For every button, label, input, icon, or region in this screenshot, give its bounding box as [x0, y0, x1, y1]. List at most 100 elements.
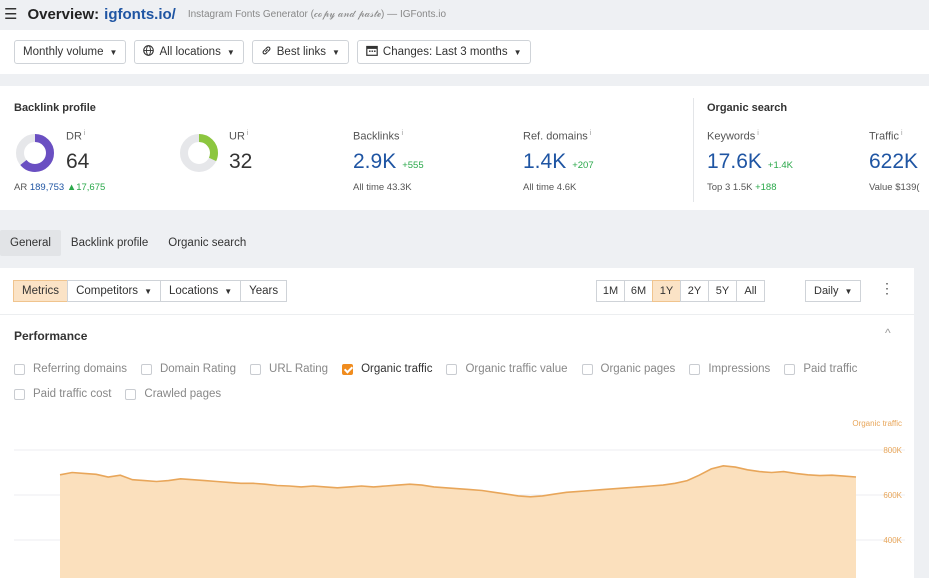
checkbox-box[interactable]: [581, 363, 593, 375]
checkbox-paid-traffic[interactable]: Paid traffic: [784, 363, 857, 375]
ar-row: AR 189,753 ▲17,675: [14, 182, 106, 193]
checkbox-label: Paid traffic cost: [33, 388, 112, 400]
hamburger-icon[interactable]: ☰: [4, 5, 17, 23]
traffic-value[interactable]: 622K: [869, 150, 918, 174]
top3-value: 1.5K: [732, 182, 753, 193]
best-links-dropdown[interactable]: Best links ▼: [251, 40, 349, 64]
caret-down-icon: ▼: [331, 47, 340, 57]
ref-domains-delta: +207: [572, 160, 594, 171]
range-all-button[interactable]: All: [736, 280, 765, 302]
overview-label: Overview:: [27, 5, 100, 23]
ref-domains-alltime: All time 4.6K: [523, 182, 577, 193]
metric-checkbox-row-1: Referring domains Domain Rating URL Rati…: [14, 363, 871, 375]
y-tick-label: 800K: [883, 446, 902, 455]
checkbox-box[interactable]: [14, 363, 25, 375]
top3-row: Top 3 1.5K +188: [707, 182, 777, 193]
range-6m-button[interactable]: 6M: [624, 280, 653, 302]
ref-domains-value[interactable]: 1.4K +207: [523, 150, 594, 174]
years-button[interactable]: Years: [240, 280, 288, 302]
range-5y-button[interactable]: 5Y: [708, 280, 737, 302]
ar-value[interactable]: 189,753: [30, 182, 64, 193]
checkbox-url-rating[interactable]: URL Rating: [250, 363, 328, 375]
range-1m-button[interactable]: 1M: [596, 280, 625, 302]
page-description: Instagram Fonts Generator (𝒸ℴ𝓅𝓎 𝒶𝓃𝒹 𝓅𝒶𝓈𝓉…: [187, 8, 447, 20]
tab-backlink-profile[interactable]: Backlink profile: [61, 230, 158, 256]
metrics-label: Metrics: [22, 285, 60, 297]
checkbox-box[interactable]: [140, 363, 152, 375]
checkbox-crawled-pages[interactable]: Crawled pages: [125, 388, 221, 400]
locations-dropdown[interactable]: All locations ▼: [134, 40, 244, 64]
ref-domains-label: Ref. domains i: [523, 130, 592, 143]
dr-donut-icon: [16, 134, 54, 172]
checkbox-label: Organic pages: [600, 363, 676, 375]
organic-traffic-chart: 800K 600K 400K Organic traffic: [14, 419, 905, 578]
chevron-up-icon[interactable]: ^: [885, 326, 891, 340]
traffic-label: Traffic i: [869, 130, 903, 143]
tab-organic-search[interactable]: Organic search: [158, 230, 256, 256]
caret-down-icon: ▼: [109, 47, 118, 57]
backlinks-label: Backlinks i: [353, 130, 404, 143]
keywords-value[interactable]: 17.6K +1.4K: [707, 150, 793, 174]
checkbox-label: Organic traffic value: [465, 363, 568, 375]
competitors-dropdown[interactable]: Competitors ▼: [67, 280, 161, 302]
performance-title: Performance: [14, 329, 88, 343]
filter-bar: Monthly volume ▼ All locations ▼ Best link…: [0, 30, 929, 74]
organic-traffic-area: [60, 465, 856, 578]
top-header: ☰ Overview: igfonts.io/ Instagram Fonts …: [0, 0, 929, 28]
ur-label: UR i: [229, 130, 249, 143]
caret-down-icon: ▼: [226, 47, 235, 57]
competitors-label: Competitors: [76, 285, 139, 297]
checkbox-domain-rating[interactable]: Domain Rating: [140, 363, 237, 375]
checkbox-box[interactable]: [689, 363, 701, 375]
target-domain-link[interactable]: igfonts.io/: [104, 6, 176, 23]
checkbox-label: Domain Rating: [159, 363, 237, 375]
globe-icon: [143, 45, 155, 59]
interval-dropdown[interactable]: Daily ▼: [805, 280, 862, 302]
caret-down-icon: ▼: [144, 286, 152, 296]
range-1y-button[interactable]: 1Y: [652, 280, 681, 302]
checkbox-box[interactable]: [342, 363, 354, 375]
backlink-profile-title: Backlink profile: [14, 102, 96, 114]
checkbox-label: Paid traffic: [803, 363, 858, 375]
checkbox-organic-pages[interactable]: Organic pages: [581, 363, 676, 375]
checkbox-referring-domains[interactable]: Referring domains: [14, 363, 127, 375]
checkbox-paid-traffic-cost[interactable]: Paid traffic cost: [14, 388, 111, 400]
monthly-volume-dropdown[interactable]: Monthly volume ▼: [14, 40, 127, 64]
calendar-icon: [366, 45, 378, 59]
ar-delta: ▲17,675: [66, 182, 106, 193]
backlinks-alltime: All time 43.3K: [353, 182, 412, 193]
checkbox-box[interactable]: [250, 363, 262, 375]
caret-down-icon: ▼: [844, 286, 853, 296]
checkbox-organic-traffic[interactable]: Organic traffic: [342, 363, 432, 375]
years-label: Years: [249, 285, 279, 297]
changes-dropdown[interactable]: Changes: Last 3 months ▼: [356, 40, 531, 64]
changes-label: Changes: Last 3 months: [382, 46, 508, 58]
checkbox-box[interactable]: [125, 388, 137, 400]
metric-checkbox-row-2: Paid traffic cost Crawled pages: [14, 388, 235, 400]
dr-label: DR i: [66, 130, 86, 143]
checkbox-label: Organic traffic: [361, 363, 433, 375]
checkbox-impressions[interactable]: Impressions: [689, 363, 770, 375]
checkbox-organic-traffic-value[interactable]: Organic traffic value: [446, 363, 568, 375]
backlinks-delta: +555: [402, 160, 424, 171]
ur-donut-icon: [180, 134, 218, 172]
range-toolbar: 1M 6M 1Y 2Y 5Y All: [596, 280, 765, 302]
checkbox-label: URL Rating: [269, 363, 329, 375]
checkbox-box[interactable]: [784, 363, 796, 375]
y-tick-label: 600K: [883, 491, 902, 500]
checkbox-box[interactable]: [14, 388, 25, 400]
metrics-panel: Backlink profile DR i 64 AR 189,753 ▲17,6…: [0, 86, 929, 210]
organic-search-title: Organic search: [707, 102, 788, 114]
chart-locations-dropdown[interactable]: Locations ▼: [159, 280, 242, 302]
checkbox-box[interactable]: [446, 363, 458, 375]
checkbox-label: Crawled pages: [144, 388, 222, 400]
locations-label: All locations: [159, 46, 221, 58]
tab-general[interactable]: General: [0, 230, 61, 256]
more-options-icon[interactable]: ⋮: [880, 281, 894, 295]
toolbar-divider: [0, 314, 914, 315]
backlinks-value[interactable]: 2.9K +555: [353, 150, 424, 174]
metrics-button[interactable]: Metrics: [13, 280, 69, 302]
checkbox-label: Referring domains: [33, 363, 127, 375]
range-2y-button[interactable]: 2Y: [680, 280, 709, 302]
performance-panel: Metrics Competitors ▼ Locations ▼ Years 1M…: [0, 268, 914, 578]
